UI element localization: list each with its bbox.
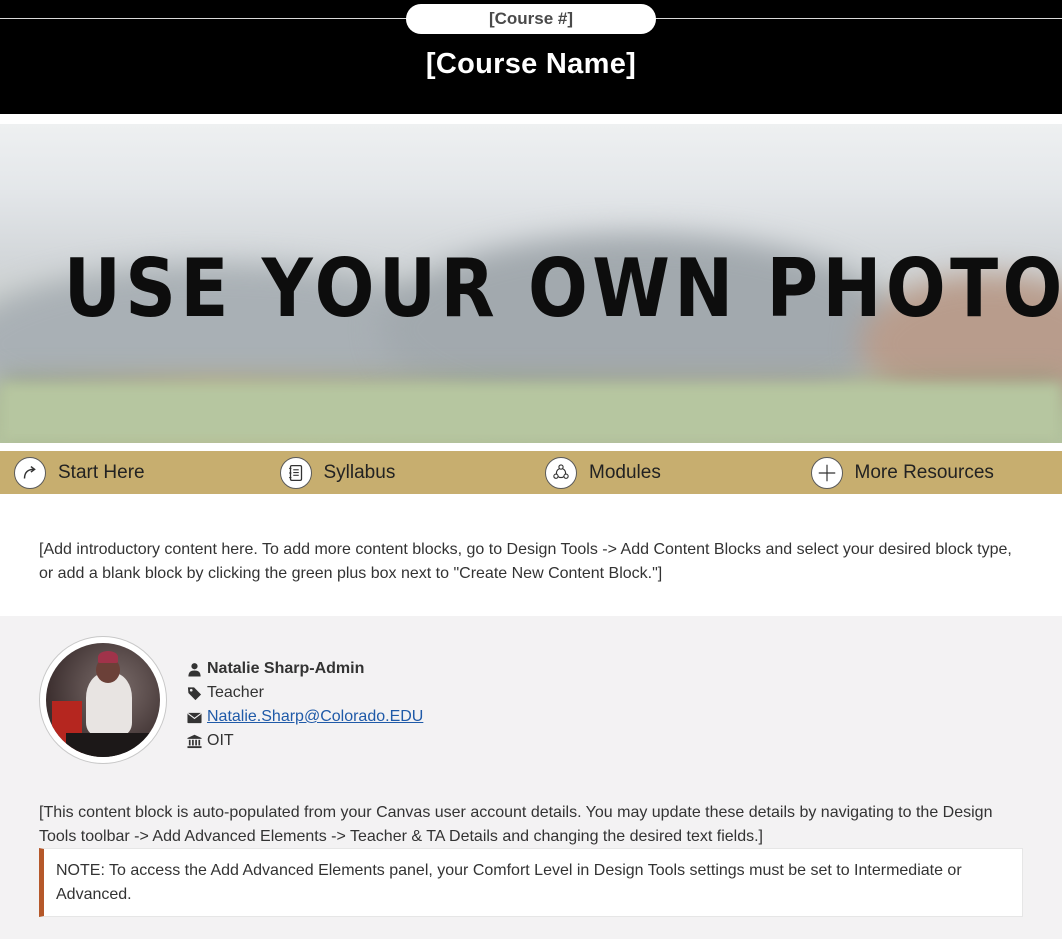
- nav-modules[interactable]: Modules: [531, 451, 797, 494]
- course-number-pill: [Course #]: [406, 4, 656, 34]
- teacher-department: OIT: [207, 732, 234, 749]
- course-name-title: [Course Name]: [425, 48, 637, 80]
- teacher-name: Natalie Sharp-Admin: [207, 660, 365, 677]
- banner-image: USE YOUR OWN PHOTO HERE: [0, 124, 1062, 443]
- arrow-redo-icon: [14, 456, 46, 489]
- nav-label: Syllabus: [323, 461, 396, 483]
- course-nav: Start Here Syllabus Modules More Resourc…: [0, 451, 1062, 494]
- envelope-icon: [187, 712, 202, 723]
- teacher-info: Natalie Sharp-Admin Teacher Natalie.Shar…: [187, 657, 423, 753]
- nav-more-resources[interactable]: More Resources: [797, 451, 1062, 494]
- teacher-role-row: Teacher: [187, 681, 423, 705]
- tag-icon: [187, 686, 202, 700]
- institution-icon: [187, 734, 202, 748]
- nav-label: Modules: [589, 461, 661, 483]
- intro-content: [Add introductory content here. To add m…: [39, 541, 1012, 582]
- notebook-icon: [279, 456, 312, 489]
- avatar: [39, 636, 167, 764]
- nav-label: More Resources: [854, 461, 994, 483]
- nav-syllabus[interactable]: Syllabus: [266, 451, 532, 494]
- course-header: [Course #] [Course Name]: [0, 0, 1062, 114]
- teacher-details-block: Natalie Sharp-Admin Teacher Natalie.Shar…: [0, 616, 1062, 939]
- teacher-email-row: Natalie.Sharp@Colorado.EDU: [187, 705, 423, 729]
- user-icon: [188, 662, 201, 677]
- auto-populated-note: [This content block is auto-populated fr…: [39, 804, 993, 845]
- note-callout: NOTE: To access the Add Advanced Element…: [39, 848, 1023, 917]
- teacher-role: Teacher: [207, 684, 264, 701]
- modules-icon: [545, 456, 577, 489]
- teacher-name-row: Natalie Sharp-Admin: [187, 657, 423, 681]
- teacher-email-link[interactable]: Natalie.Sharp@Colorado.EDU: [207, 705, 423, 729]
- nav-start-here[interactable]: Start Here: [0, 451, 266, 494]
- banner-placeholder-text: USE YOUR OWN PHOTO HERE: [63, 242, 1062, 335]
- nav-label: Start Here: [58, 461, 145, 483]
- teacher-department-row: OIT: [187, 729, 423, 753]
- teacher-photo: [46, 643, 160, 757]
- plus-icon: [810, 456, 843, 489]
